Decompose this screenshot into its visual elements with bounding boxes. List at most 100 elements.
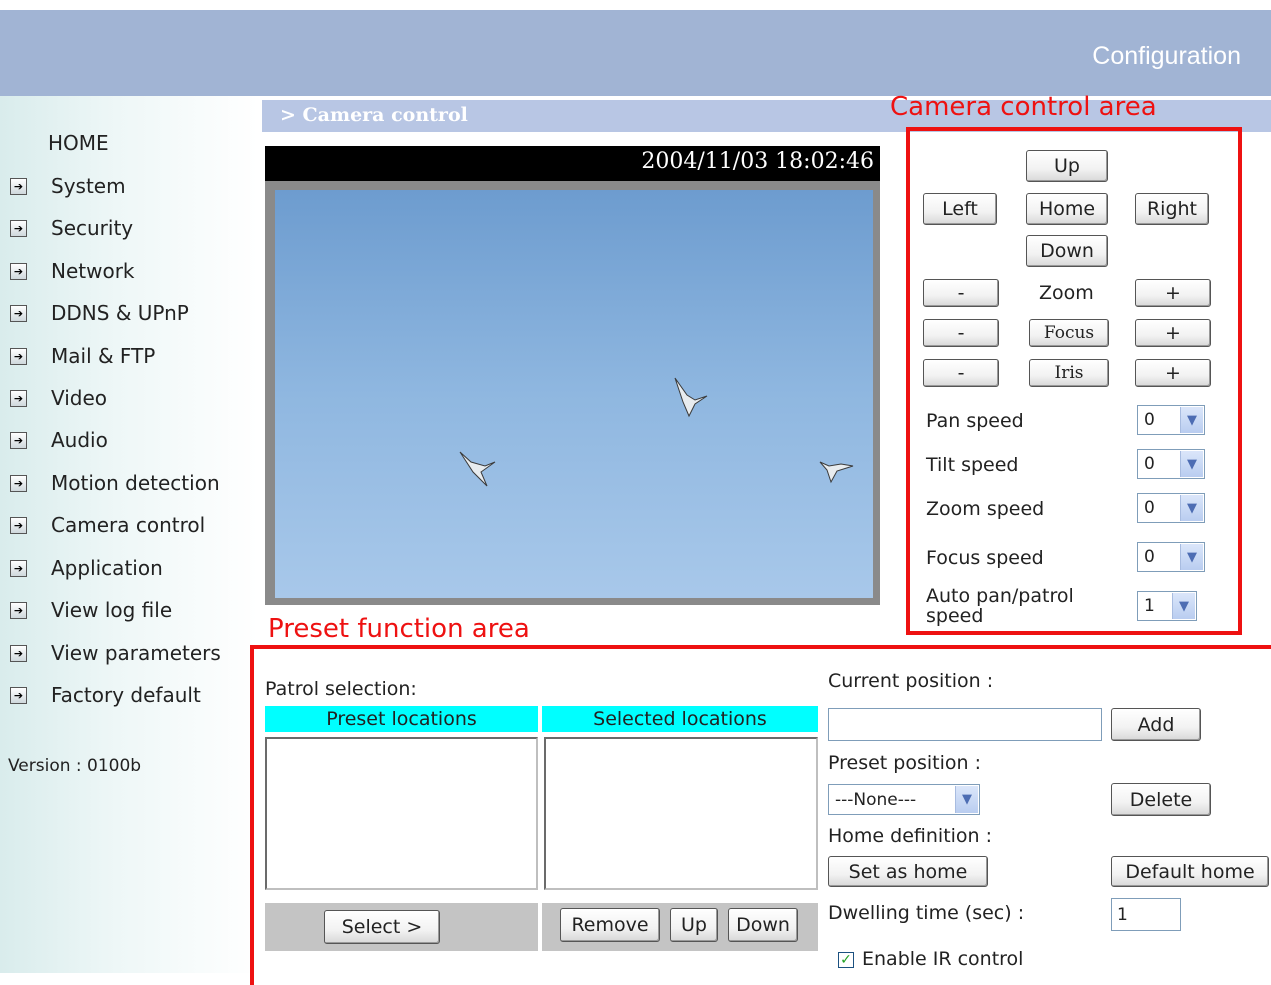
auto-pan-label-line1: Auto pan/patrol: [926, 585, 1074, 607]
sidebar: HOME ➔ System ➔ Security ➔ Network ➔ DDNS & …: [0, 96, 258, 973]
preset-function-area-label: Preset function area: [268, 614, 530, 644]
sidebar-item-network[interactable]: ➔ Network: [10, 256, 135, 286]
tilt-speed-select[interactable]: 0 ▼: [1137, 449, 1205, 479]
focus-auto-button[interactable]: Focus: [1029, 319, 1109, 347]
sidebar-item-view-parameters[interactable]: ➔ View parameters: [10, 638, 221, 668]
preset-position-value: ---None---: [835, 789, 917, 810]
preset-locations-header: Preset locations: [265, 706, 538, 732]
enable-ir-checkbox[interactable]: ✓: [838, 952, 854, 968]
chevron-down-icon: ▼: [955, 786, 978, 813]
sidebar-item-label: DDNS & UPnP: [51, 301, 189, 325]
sidebar-item-mail-ftp[interactable]: ➔ Mail & FTP: [10, 341, 155, 371]
chevron-down-icon: ▼: [1180, 495, 1203, 521]
sidebar-item-label: Security: [51, 216, 134, 240]
focus-near-button[interactable]: -: [923, 319, 999, 347]
pan-down-button[interactable]: Down: [1026, 235, 1108, 267]
iris-close-button[interactable]: -: [923, 359, 999, 387]
sidebar-item-label: View parameters: [51, 641, 221, 665]
sidebar-item-ddns-upnp[interactable]: ➔ DDNS & UPnP: [10, 298, 189, 328]
arrow-icon: ➔: [10, 474, 27, 492]
zoom-label: Zoom: [1039, 282, 1094, 304]
iris-auto-button[interactable]: Iris: [1029, 359, 1109, 387]
pan-up-button[interactable]: Up: [1026, 150, 1108, 182]
selected-locations-list[interactable]: [544, 737, 818, 890]
pan-speed-label: Pan speed: [926, 410, 1024, 432]
sidebar-item-camera-control[interactable]: ➔ Camera control: [10, 510, 205, 540]
patrol-selection-label: Patrol selection:: [265, 678, 417, 700]
preset-position-label: Preset position :: [828, 752, 981, 774]
set-as-home-button[interactable]: Set as home: [828, 856, 988, 887]
delete-preset-button[interactable]: Delete: [1111, 783, 1211, 816]
select-button[interactable]: Select >: [324, 910, 440, 944]
page-header-title: Configuration: [1092, 42, 1241, 70]
bird-image: [459, 377, 854, 487]
sidebar-item-home[interactable]: HOME: [48, 128, 109, 158]
tilt-speed-value: 0: [1144, 454, 1155, 474]
version-text: Version : 0100b: [8, 756, 142, 776]
zoom-out-button[interactable]: -: [923, 279, 999, 307]
enable-ir-label: Enable IR control: [862, 948, 1024, 970]
focus-speed-label: Focus speed: [926, 547, 1044, 569]
sidebar-item-label: Mail & FTP: [51, 344, 156, 368]
arrow-icon: ➔: [10, 347, 27, 365]
sidebar-item-label: Factory default: [51, 683, 201, 707]
move-down-button[interactable]: Down: [728, 908, 798, 942]
tilt-speed-label: Tilt speed: [926, 454, 1019, 476]
zoom-speed-select[interactable]: 0 ▼: [1137, 493, 1205, 523]
preset-position-select[interactable]: ---None--- ▼: [828, 784, 980, 815]
pan-left-button[interactable]: Left: [923, 193, 997, 225]
sidebar-item-application[interactable]: ➔ Application: [10, 553, 163, 583]
focus-speed-value: 0: [1144, 547, 1155, 567]
home-definition-label: Home definition :: [828, 825, 993, 847]
zoom-speed-label: Zoom speed: [926, 498, 1045, 520]
arrow-icon: ➔: [10, 431, 27, 449]
sidebar-item-label: System: [51, 174, 126, 198]
chevron-down-icon: ▼: [1180, 544, 1203, 570]
chevron-down-icon: ▼: [1172, 593, 1195, 619]
sidebar-item-label: Camera control: [51, 513, 206, 537]
video-timestamp: 2004/11/03 18:02:46: [641, 149, 874, 174]
chevron-down-icon: ▼: [1180, 407, 1203, 433]
arrow-icon: ➔: [10, 177, 27, 195]
remove-button[interactable]: Remove: [560, 908, 660, 942]
dwelling-time-input[interactable]: 1: [1111, 898, 1181, 931]
sidebar-item-label: View log file: [51, 598, 173, 622]
sidebar-item-view-log-file[interactable]: ➔ View log file: [10, 595, 172, 625]
focus-speed-select[interactable]: 0 ▼: [1137, 542, 1205, 572]
sidebar-item-security[interactable]: ➔ Security: [10, 213, 133, 243]
arrow-icon: ➔: [10, 601, 27, 619]
sidebar-item-label: Motion detection: [51, 471, 220, 495]
sidebar-item-video[interactable]: ➔ Video: [10, 383, 107, 413]
default-home-button[interactable]: Default home: [1111, 856, 1269, 887]
iris-open-button[interactable]: +: [1135, 359, 1211, 387]
arrow-icon: ➔: [10, 389, 27, 407]
pan-home-button[interactable]: Home: [1026, 193, 1108, 225]
auto-pan-speed-label: Auto pan/patrol speed: [926, 586, 1074, 626]
sidebar-item-label: Application: [51, 556, 163, 580]
pan-speed-select[interactable]: 0 ▼: [1137, 405, 1205, 435]
sidebar-item-label: Audio: [51, 428, 108, 452]
add-preset-button[interactable]: Add: [1111, 708, 1201, 741]
arrow-icon: ➔: [10, 516, 27, 534]
current-position-label: Current position :: [828, 670, 994, 692]
zoom-in-button[interactable]: +: [1135, 279, 1211, 307]
current-position-input[interactable]: [828, 708, 1102, 741]
zoom-speed-value: 0: [1144, 498, 1155, 518]
sidebar-item-factory-default[interactable]: ➔ Factory default: [10, 680, 201, 710]
focus-far-button[interactable]: +: [1135, 319, 1211, 347]
sidebar-item-audio[interactable]: ➔ Audio: [10, 425, 108, 455]
dwelling-time-label: Dwelling time (sec) :: [828, 902, 1025, 924]
auto-pan-speed-select[interactable]: 1 ▼: [1137, 591, 1197, 621]
sidebar-item-label: Video: [51, 386, 108, 410]
sidebar-item-motion-detection[interactable]: ➔ Motion detection: [10, 468, 220, 498]
arrow-icon: ➔: [10, 262, 27, 280]
live-video-view[interactable]: [275, 190, 873, 598]
pan-right-button[interactable]: Right: [1135, 193, 1209, 225]
sidebar-item-label: Network: [51, 259, 135, 283]
arrow-icon: ➔: [10, 644, 27, 662]
sidebar-item-system[interactable]: ➔ System: [10, 171, 126, 201]
arrow-icon: ➔: [10, 304, 27, 322]
move-up-button[interactable]: Up: [670, 908, 718, 942]
preset-locations-list[interactable]: [265, 737, 538, 890]
auto-pan-label-line2: speed: [926, 605, 984, 627]
